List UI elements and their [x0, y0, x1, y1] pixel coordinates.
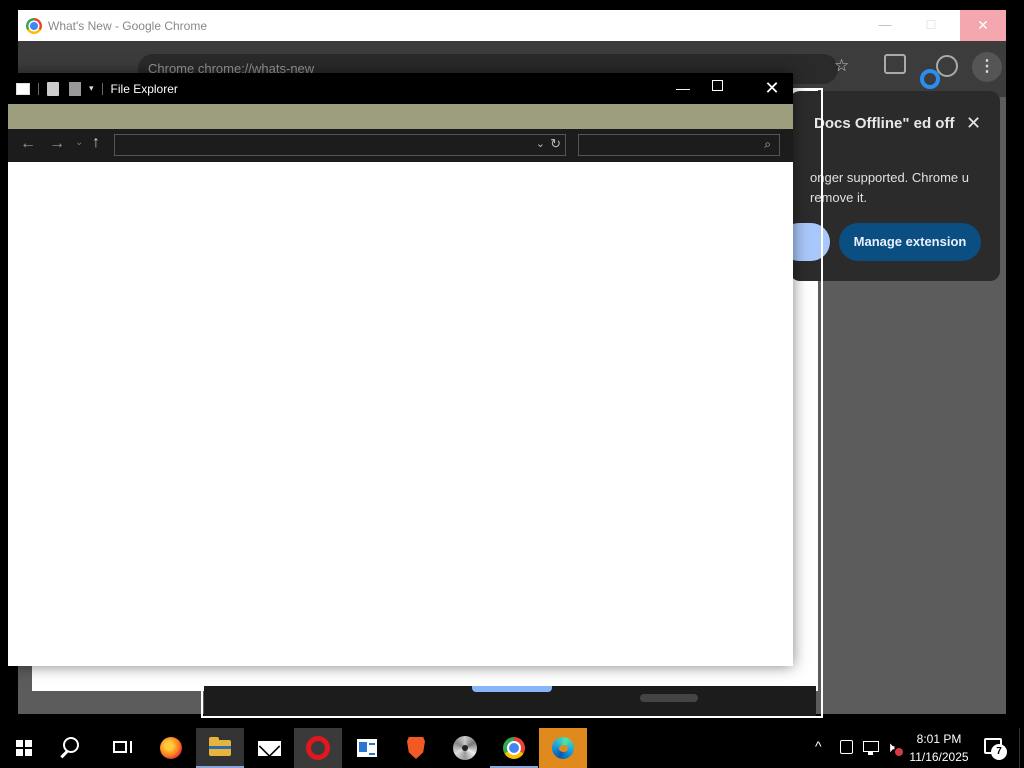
taskbar-news[interactable]: [343, 728, 391, 768]
mail-icon: [258, 741, 281, 756]
taskbar-opera[interactable]: [294, 728, 342, 768]
start-button[interactable]: [0, 728, 48, 768]
file-explorer-close-button[interactable]: ✕: [760, 73, 784, 104]
recent-locations-button[interactable]: ⌄: [75, 137, 83, 148]
search-field[interactable]: ⌕: [578, 134, 780, 156]
clock-date: 11/16/2025: [909, 750, 969, 764]
new-folder-icon[interactable]: [69, 81, 81, 96]
opera-icon: [306, 736, 330, 760]
properties-icon[interactable]: [16, 82, 30, 95]
extension-bubble-text: onger supported. Chrome u remove it.: [810, 170, 969, 205]
file-explorer-minimize-button[interactable]: —: [668, 73, 698, 104]
meet-now-icon[interactable]: [840, 740, 853, 754]
task-view-icon: [113, 741, 127, 753]
file-explorer-title: File Explorer: [110, 81, 178, 96]
extension-bubble: Docs Offline" ed off ✕ onger supported. …: [780, 91, 1000, 281]
up-button[interactable]: ↑: [92, 134, 100, 152]
chrome-menu-button[interactable]: ⋮: [972, 52, 1002, 82]
navigation-bar: ← → ⌄ ↑ ⌄ ↻ ⌕: [8, 129, 793, 162]
edge-icon: [552, 737, 574, 759]
extension-bubble-title: Docs Offline" ed off: [814, 115, 955, 132]
clock[interactable]: 8:01 PM 11/16/2025: [904, 730, 974, 766]
show-hidden-icons-button[interactable]: ^: [815, 738, 822, 754]
star-icon[interactable]: ☆: [834, 56, 849, 76]
ribbon: [8, 104, 793, 129]
show-desktop-button[interactable]: [1019, 728, 1024, 768]
notification-count-badge: 7: [991, 744, 1007, 760]
toolbar-divider: [101, 82, 103, 95]
volume-icon[interactable]: 🕨: [886, 739, 895, 756]
taskbar-file-explorer[interactable]: [196, 728, 244, 768]
extension-bubble-close-button[interactable]: ✕: [966, 113, 981, 134]
brave-icon: [407, 737, 425, 759]
network-icon[interactable]: [863, 741, 879, 755]
cursor-ring-icon: [920, 69, 940, 89]
chrome-logo-icon: [26, 17, 42, 34]
chrome-maximize-button[interactable]: ☐: [908, 10, 954, 41]
taskbar-mail[interactable]: [245, 728, 293, 768]
firefox-icon: [160, 737, 182, 759]
address-field[interactable]: ⌄ ↻: [114, 134, 566, 156]
file-explorer-maximize-button[interactable]: [712, 80, 723, 91]
customize-toolbar-dropdown[interactable]: ▾: [89, 83, 94, 94]
file-explorer-titlebar[interactable]: ▾ File Explorer — ✕: [8, 73, 793, 104]
search-icon: ⌕: [764, 137, 771, 151]
panel-pill: [472, 686, 552, 692]
manage-extension-button[interactable]: Manage extension: [839, 223, 981, 261]
windows-logo-icon: [16, 740, 32, 756]
chrome-icon: [503, 737, 525, 759]
taskbar-brave[interactable]: [392, 728, 440, 768]
refresh-icon[interactable]: ↻: [550, 136, 561, 152]
taskbar-firefox[interactable]: [147, 728, 195, 768]
tab-search-icon[interactable]: [884, 54, 906, 74]
taskbar: ^ 🕨 8:01 PM 11/16/2025 7: [0, 728, 1024, 768]
folder-icon: [209, 737, 231, 756]
taskbar-dvd-player[interactable]: [441, 728, 489, 768]
task-view-button[interactable]: [96, 728, 144, 768]
profile-icon[interactable]: [936, 55, 958, 77]
chrome-titlebar[interactable]: What's New - Google Chrome — ☐ ✕: [18, 10, 1006, 41]
checkmark-icon[interactable]: [47, 81, 59, 96]
news-icon: [357, 739, 377, 757]
bottom-panel: [204, 686, 816, 716]
clock-time: 8:01 PM: [916, 732, 962, 746]
forward-button[interactable]: →: [49, 135, 65, 153]
search-button[interactable]: [48, 728, 96, 768]
chrome-close-button[interactable]: ✕: [960, 10, 1006, 41]
taskbar-edge[interactable]: [539, 728, 587, 768]
chrome-minimize-button[interactable]: —: [862, 10, 908, 41]
taskbar-chrome[interactable]: [490, 728, 538, 768]
chrome-window-title: What's New - Google Chrome: [48, 18, 208, 33]
chevron-down-icon[interactable]: ⌄: [536, 137, 545, 150]
panel-pill: [640, 694, 698, 702]
back-button[interactable]: ←: [20, 135, 36, 153]
toolbar-divider: [38, 82, 39, 95]
dvd-icon: [453, 736, 477, 760]
file-explorer-window: ▾ File Explorer — ✕ ← → ⌄ ↑ ⌄ ↻ ⌕: [8, 73, 793, 666]
mute-badge-icon: [895, 748, 903, 756]
file-list-area[interactable]: [8, 162, 793, 666]
